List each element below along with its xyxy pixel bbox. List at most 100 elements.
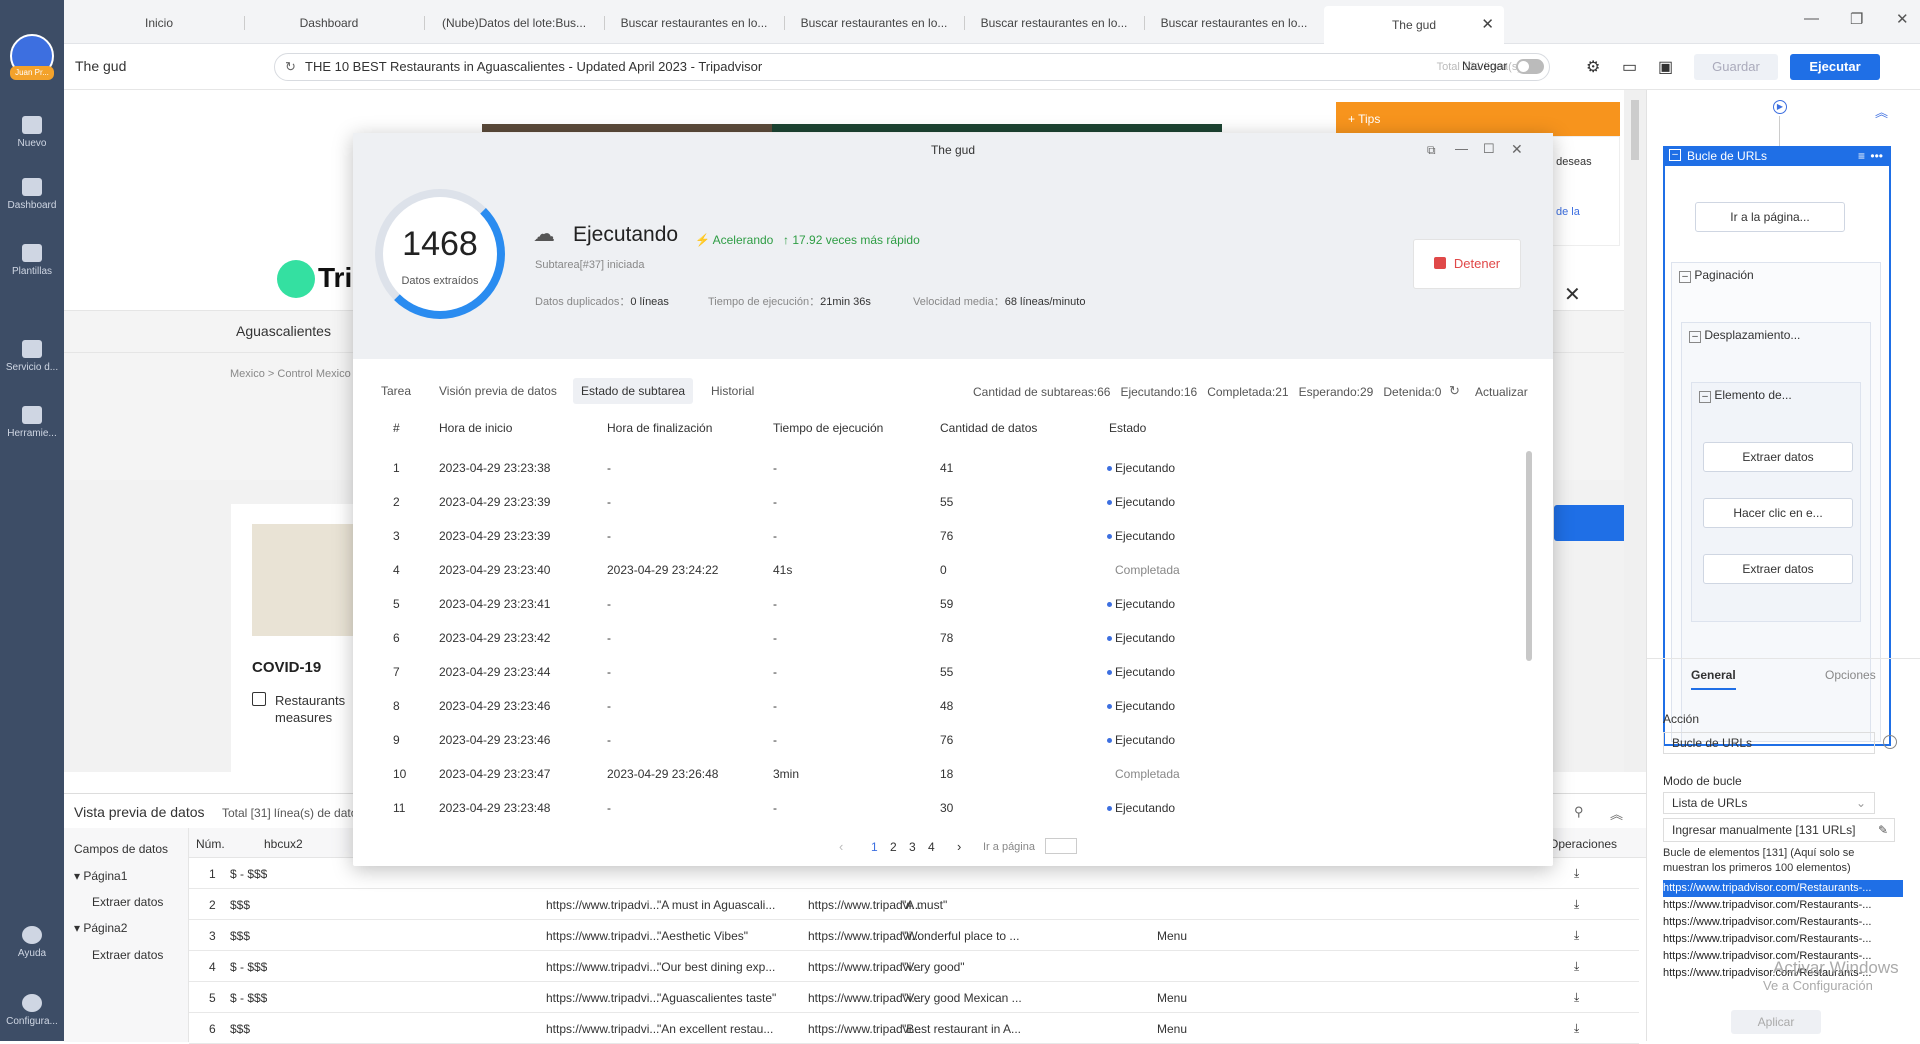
user-avatar[interactable]: Juan Pr... xyxy=(10,34,54,80)
flow-node-pagination[interactable]: – Paginación xyxy=(1679,268,1754,283)
apply-button[interactable]: Aplicar xyxy=(1731,1010,1821,1034)
tree-extract1[interactable]: Extraer datos xyxy=(92,895,163,909)
sidebar-item-tools[interactable]: Herramie... xyxy=(0,406,64,439)
row-operation-icon[interactable]: ⤓ xyxy=(1574,1021,1579,1036)
row-operation-icon[interactable]: ⤓ xyxy=(1574,928,1579,943)
filter-icon[interactable]: ⚲ xyxy=(1574,804,1584,820)
preview-cell: https://www.tripadvi... xyxy=(546,1022,660,1036)
refresh-icon[interactable]: ↻ xyxy=(1449,383,1460,399)
flow-node-element[interactable]: – Elemento de... xyxy=(1699,388,1792,403)
refresh-button[interactable]: Actualizar xyxy=(1475,385,1528,399)
flow-node-click[interactable]: Hacer clic en e... xyxy=(1703,498,1853,528)
maximize-icon[interactable]: ☐ xyxy=(1483,141,1495,157)
tab-buscar-1[interactable]: Buscar restaurantes en lo... xyxy=(609,10,779,36)
tab-the-gud[interactable]: The gud ✕ xyxy=(1324,6,1504,44)
flow-node-scroll[interactable]: – Desplazamiento... xyxy=(1689,328,1800,343)
tab-nube-datos[interactable]: (Nube)Datos del lote:Bus... xyxy=(429,10,599,36)
row-operation-icon[interactable]: ⤓ xyxy=(1574,866,1579,881)
sidebar-item-settings[interactable]: Configura... xyxy=(0,994,64,1027)
preview-cell: https://www.tripadvi... xyxy=(546,929,660,943)
stop-button[interactable]: Detener xyxy=(1413,239,1521,289)
minimize-icon[interactable]: — xyxy=(1455,141,1468,156)
url-list-item[interactable]: https://www.tripadvisor.com/Restaurants-… xyxy=(1663,897,1903,914)
tab-dashboard[interactable]: Dashboard xyxy=(254,10,404,36)
page-1[interactable]: 1 xyxy=(871,840,878,854)
tab-inicio[interactable]: Inicio xyxy=(84,10,234,36)
subtask-row[interactable]: 2 2023-04-29 23:23:39- -55 Ejecutando xyxy=(373,485,1515,519)
tab-data-preview[interactable]: Visión previa de datos xyxy=(431,378,565,404)
loop-urls-node[interactable]: – Bucle de URLs ≡ ••• xyxy=(1663,146,1891,166)
subtask-row[interactable]: 5 2023-04-29 23:23:41- -59 Ejecutando xyxy=(373,587,1515,621)
tips-header[interactable]: + Tips xyxy=(1336,102,1620,136)
map-thumbnail[interactable] xyxy=(252,524,361,636)
collapse-up-icon[interactable]: ︽ xyxy=(1875,102,1888,121)
close-dialog-icon[interactable]: ✕ xyxy=(1511,141,1523,158)
flow-node-go-to-page[interactable]: Ir a la página... xyxy=(1695,202,1845,232)
page-2[interactable]: 2 xyxy=(890,840,897,854)
action-input[interactable]: Bucle de URLs xyxy=(1663,732,1875,754)
more-icon[interactable]: ••• xyxy=(1870,146,1883,166)
popout-icon[interactable]: ⧉ xyxy=(1427,143,1436,158)
tab-options[interactable]: Opciones xyxy=(1825,668,1876,682)
close-popup-icon[interactable]: ✕ xyxy=(1564,282,1581,307)
url-list-item[interactable]: https://www.tripadvisor.com/Restaurants-… xyxy=(1663,931,1903,948)
prev-page-icon[interactable]: ‹ xyxy=(839,839,843,854)
close-tab-icon[interactable]: ✕ xyxy=(1481,6,1494,44)
vertical-scrollbar[interactable] xyxy=(1624,90,1646,772)
subtask-row[interactable]: 8 2023-04-29 23:23:46- -48 Ejecutando xyxy=(373,689,1515,723)
tab-buscar-4[interactable]: Buscar restaurantes en lo... xyxy=(1149,10,1319,36)
sidebar-item-new[interactable]: Nuevo xyxy=(0,116,64,149)
subtask-row[interactable]: 3 2023-04-29 23:23:39- -76 Ejecutando xyxy=(373,519,1515,553)
subtask-row[interactable]: 1 2023-04-29 23:23:38- -41 Ejecutando xyxy=(373,451,1515,485)
minimize-window-icon[interactable]: — xyxy=(1804,10,1819,27)
subtask-row[interactable]: 4 2023-04-29 23:23:40 2023-04-29 23:24:22 4… xyxy=(373,553,1515,587)
collapse-icon[interactable]: ︽ xyxy=(1610,804,1623,823)
restaurants-checkbox[interactable] xyxy=(252,692,266,706)
row-operation-icon[interactable]: ⤓ xyxy=(1574,897,1579,912)
flow-node-extract-2[interactable]: Extraer datos xyxy=(1703,554,1853,584)
manual-input-button[interactable]: Ingresar manualmente [131 URLs] ✎ xyxy=(1663,818,1895,842)
url-list-item[interactable]: https://www.tripadvisor.com/Restaurants-… xyxy=(1663,880,1903,897)
tab-subtask-status[interactable]: Estado de subtarea xyxy=(573,378,694,404)
subtask-row[interactable]: 11 2023-04-29 23:23:48- -30 Ejecutando xyxy=(373,791,1515,825)
sidebar-item-dashboard[interactable]: Dashboard xyxy=(0,178,64,211)
subtask-row[interactable]: 10 2023-04-29 23:23:47 2023-04-29 23:26:48… xyxy=(373,757,1515,791)
page-4[interactable]: 4 xyxy=(928,840,935,854)
tab-buscar-2[interactable]: Buscar restaurantes en lo... xyxy=(789,10,959,36)
tree-page1[interactable]: ▾ Página1 xyxy=(74,869,127,883)
subtask-row[interactable]: 9 2023-04-29 23:23:46- -76 Ejecutando xyxy=(373,723,1515,757)
navigate-toggle[interactable] xyxy=(1516,59,1544,74)
panel-icon[interactable]: ▣ xyxy=(1658,57,1673,77)
tree-page2[interactable]: ▾ Página2 xyxy=(74,921,127,935)
save-button[interactable]: Guardar xyxy=(1694,54,1778,80)
close-window-icon[interactable]: ✕ xyxy=(1896,10,1909,28)
table-scrollbar[interactable] xyxy=(1526,451,1532,661)
tab-buscar-3[interactable]: Buscar restaurantes en lo... xyxy=(969,10,1139,36)
row-operation-icon[interactable]: ⤓ xyxy=(1574,959,1579,974)
flow-node-extract-1[interactable]: Extraer datos xyxy=(1703,442,1853,472)
layout-icon[interactable]: ▭ xyxy=(1622,57,1637,77)
sidebar-item-help[interactable]: Ayuda xyxy=(0,926,64,959)
settings-icon[interactable]: ⚙ xyxy=(1586,57,1600,77)
info-icon[interactable] xyxy=(1883,735,1897,749)
tab-general[interactable]: General xyxy=(1691,668,1736,690)
reload-icon[interactable]: ↻ xyxy=(285,54,296,80)
url-list-item[interactable]: https://www.tripadvisor.com/Restaurants-… xyxy=(1663,914,1903,931)
run-button[interactable]: Ejecutar xyxy=(1790,54,1880,80)
goto-page-input[interactable] xyxy=(1045,838,1077,854)
subtask-row[interactable]: 7 2023-04-29 23:23:44- -55 Ejecutando xyxy=(373,655,1515,689)
subtask-row[interactable]: 6 2023-04-29 23:23:42- -78 Ejecutando xyxy=(373,621,1515,655)
tree-extract2[interactable]: Extraer datos xyxy=(92,948,163,962)
sidebar-item-service[interactable]: Servicio d... xyxy=(0,340,64,373)
loop-mode-select[interactable]: Lista de URLs ⌄ xyxy=(1663,792,1875,814)
tab-history[interactable]: Historial xyxy=(703,378,762,404)
page-3[interactable]: 3 xyxy=(909,840,916,854)
sidebar-item-templates[interactable]: Plantillas xyxy=(0,244,64,277)
row-operation-icon[interactable]: ⤓ xyxy=(1574,990,1579,1005)
play-icon[interactable]: ▶ xyxy=(1773,100,1787,114)
restore-window-icon[interactable]: ❐ xyxy=(1850,10,1863,28)
tab-task[interactable]: Tarea xyxy=(373,378,419,404)
url-bar[interactable]: ↻ THE 10 BEST Restaurants in Aguascalien… xyxy=(274,53,1550,81)
list-icon[interactable]: ≡ xyxy=(1858,146,1865,166)
next-page-icon[interactable]: › xyxy=(957,839,961,854)
